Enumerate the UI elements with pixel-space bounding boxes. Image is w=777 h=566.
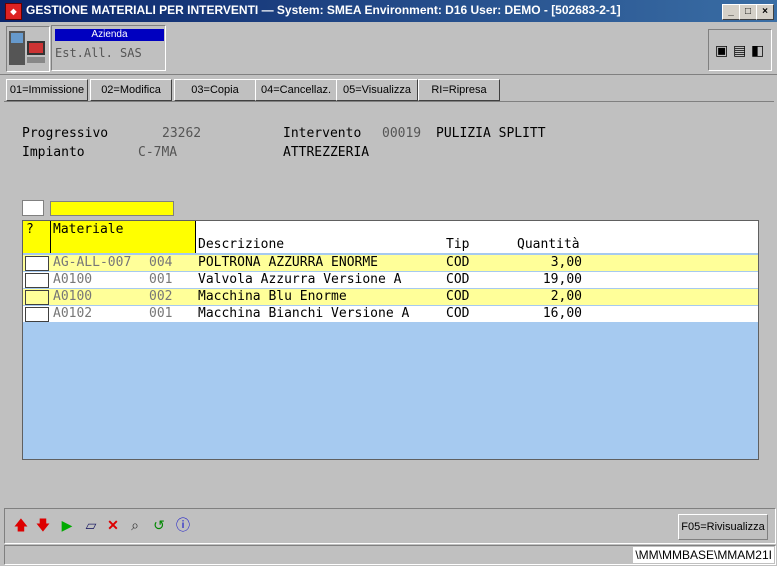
table-row[interactable]: A0100 001 Valvola Azzurra Versione A COD… bbox=[23, 272, 758, 288]
cell-qty: 3,00 bbox=[550, 255, 582, 270]
progressivo-label: Progressivo bbox=[22, 126, 109, 141]
filter-input[interactable] bbox=[50, 201, 174, 216]
cell-ver: 004 bbox=[149, 255, 173, 270]
col-tip: Tip bbox=[446, 237, 470, 252]
cylinder-icon[interactable]: ◧ bbox=[751, 42, 764, 59]
row-checkbox[interactable] bbox=[25, 256, 49, 271]
bottom-toolbar: 🡅 🡇 ▶ ▱ ✕ ⌕ ↺ ⓘ bbox=[4, 508, 776, 544]
app-icon[interactable]: ◆ bbox=[5, 3, 22, 20]
cell-tip: COD bbox=[446, 289, 470, 304]
intervento-code: 00019 bbox=[382, 126, 422, 141]
close-button[interactable]: × bbox=[756, 4, 774, 20]
col-descrizione: Descrizione bbox=[198, 237, 285, 252]
arrow-down-icon[interactable]: 🡇 bbox=[33, 515, 53, 535]
progressivo-value: 23262 bbox=[162, 126, 202, 141]
info-icon[interactable]: ⓘ bbox=[173, 515, 193, 535]
rivisualizza-button[interactable]: F05=Rivisualizza bbox=[678, 514, 768, 540]
btn-copia[interactable]: 03=Copia bbox=[174, 79, 256, 101]
filter-checkbox[interactable] bbox=[22, 200, 44, 216]
search-icon[interactable]: ⌕ bbox=[125, 515, 145, 535]
table-row[interactable]: A0100 002 Macchina Blu Enorme COD 2,00 bbox=[23, 289, 758, 305]
window-title: GESTIONE MATERIALI PER INTERVENTI — Syst… bbox=[26, 3, 621, 17]
company-label: Azienda bbox=[55, 29, 164, 41]
impianto-desc: ATTREZZERIA bbox=[283, 145, 370, 160]
row-checkbox[interactable] bbox=[25, 273, 49, 288]
cell-desc: Macchina Blu Enorme bbox=[198, 289, 347, 304]
maximize-button[interactable]: □ bbox=[739, 4, 757, 20]
impianto-label: Impianto bbox=[22, 145, 85, 160]
play-icon[interactable]: ▶ bbox=[57, 515, 77, 535]
status-path: \MM\MMBASE\MMAM21I bbox=[633, 547, 774, 563]
palette-icon[interactable]: ▣ bbox=[715, 42, 728, 59]
cell-ver: 002 bbox=[149, 289, 173, 304]
cell-desc: Macchina Bianchi Versione A bbox=[198, 306, 410, 321]
cell-tip: COD bbox=[446, 255, 470, 270]
company-logo bbox=[6, 26, 50, 72]
company-value: Est.All. SAS bbox=[55, 46, 142, 60]
grid-header-materiale: Materiale bbox=[51, 221, 196, 253]
company-box: Azienda Est.All. SAS bbox=[51, 25, 166, 71]
intervento-desc: PULIZIA SPLITT bbox=[436, 126, 546, 141]
cell-ver: 001 bbox=[149, 306, 173, 321]
col-q: ? bbox=[26, 222, 34, 237]
table-row[interactable]: A0102 001 Macchina Bianchi Versione A CO… bbox=[23, 306, 758, 322]
cell-desc: POLTRONA AZZURRA ENORME bbox=[198, 255, 379, 270]
title-bar: ◆ GESTIONE MATERIALI PER INTERVENTI — Sy… bbox=[0, 0, 777, 22]
grid-header-rest: Descrizione Tip Quantità bbox=[196, 221, 758, 253]
eraser-icon[interactable]: ▱ bbox=[81, 515, 101, 535]
document-icon[interactable]: ▤ bbox=[733, 42, 746, 59]
intervento-label: Intervento bbox=[283, 126, 362, 141]
btn-cancellazione[interactable]: 04=Cancellaz. bbox=[255, 79, 337, 101]
arrow-up-icon[interactable]: 🡅 bbox=[11, 515, 31, 535]
cell-code: A0100 bbox=[53, 289, 93, 304]
row-checkbox[interactable] bbox=[25, 307, 49, 322]
row-checkbox[interactable] bbox=[25, 290, 49, 305]
cell-code: A0100 bbox=[53, 272, 93, 287]
grid-header-q: ? bbox=[23, 221, 51, 253]
cell-qty: 2,00 bbox=[550, 289, 582, 304]
cell-tip: COD bbox=[446, 272, 470, 287]
impianto-value: C-7MA bbox=[138, 145, 178, 160]
computer-icon bbox=[9, 31, 45, 65]
cell-code: AG-ALL-007 bbox=[53, 255, 132, 270]
delete-icon[interactable]: ✕ bbox=[103, 515, 123, 535]
cell-desc: Valvola Azzurra Versione A bbox=[198, 272, 402, 287]
cell-tip: COD bbox=[446, 306, 470, 321]
cell-code: A0102 bbox=[53, 306, 93, 321]
materials-grid: ? Materiale Descrizione Tip Quantità AG-… bbox=[22, 220, 759, 460]
btn-immissione[interactable]: 01=Immissione bbox=[6, 79, 88, 101]
cell-qty: 19,00 bbox=[542, 272, 582, 287]
tools-panel: ▣ ▤ ◧ bbox=[708, 29, 772, 71]
btn-modifica[interactable]: 02=Modifica bbox=[90, 79, 172, 101]
col-quantita: Quantità bbox=[517, 237, 580, 252]
table-row[interactable]: AG-ALL-007 004 POLTRONA AZZURRA ENORME C… bbox=[23, 255, 758, 271]
cell-ver: 001 bbox=[149, 272, 173, 287]
minimize-button[interactable]: _ bbox=[722, 4, 740, 20]
btn-visualizza[interactable]: 05=Visualizza bbox=[336, 79, 418, 101]
refresh-icon[interactable]: ↺ bbox=[149, 515, 169, 535]
btn-ripresa[interactable]: RI=Ripresa bbox=[418, 79, 500, 101]
function-bar: 01=Immissione 02=Modifica 03=Copia 04=Ca… bbox=[4, 77, 774, 102]
status-bar: \MM\MMBASE\MMAM21I bbox=[4, 545, 776, 565]
col-materiale: Materiale bbox=[53, 222, 124, 237]
cell-qty: 16,00 bbox=[542, 306, 582, 321]
